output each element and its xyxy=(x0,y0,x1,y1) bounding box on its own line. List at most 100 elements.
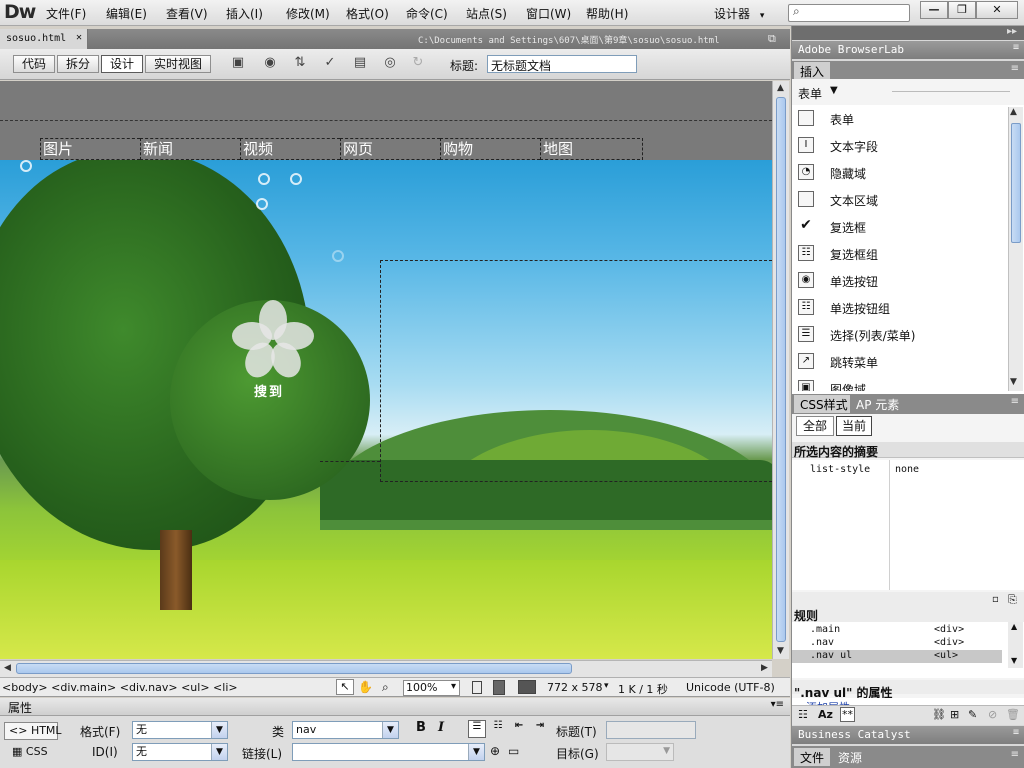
rules-scrollbar[interactable]: ▲ ▼ xyxy=(1008,622,1023,668)
rule-row[interactable]: .main <div> xyxy=(792,624,1002,637)
rule-row[interactable]: .nav <div> xyxy=(792,637,1002,650)
insert-category-bar[interactable]: 表单 ▼ xyxy=(792,79,1024,105)
category-view-icon[interactable]: ☷ xyxy=(798,708,808,721)
document-tab[interactable]: sosuo.html ✕ xyxy=(0,29,88,49)
scroll-right-icon[interactable]: ▶ xyxy=(757,661,772,676)
title-attr-input[interactable] xyxy=(606,721,696,739)
nav-item-video[interactable]: 视频 xyxy=(240,138,340,160)
new-rule-icon[interactable]: ⊞ xyxy=(950,708,959,721)
insert-item-hidden-field[interactable]: ◔ 隐藏域 xyxy=(798,161,1008,188)
id-select[interactable]: 无 ▼ xyxy=(132,743,228,761)
css-mode-all[interactable]: 全部 xyxy=(796,416,834,436)
scroll-up-icon[interactable]: ▲ xyxy=(773,81,788,96)
summary-value[interactable]: none xyxy=(895,464,919,475)
menu-file[interactable]: 文件(F) xyxy=(46,5,86,22)
menu-modify[interactable]: 修改(M) xyxy=(286,5,330,22)
tab-files[interactable]: 文件 xyxy=(794,748,831,766)
tab-css-styles[interactable]: CSS样式 xyxy=(794,395,854,413)
restore-doc-icon[interactable]: ⧉ xyxy=(768,32,776,46)
code-view-button[interactable]: 代码 xyxy=(13,55,55,73)
rule-info-icon[interactable]: ▫ xyxy=(992,594,999,605)
minimize-button[interactable]: — xyxy=(920,1,948,19)
zoom-select[interactable]: 100% xyxy=(403,680,460,696)
unordered-list-icon[interactable]: ☰ xyxy=(468,720,486,738)
link-input[interactable]: ▼ xyxy=(292,743,485,761)
panel-menu-icon[interactable]: ≡ xyxy=(1011,749,1019,760)
format-select[interactable]: 无 ▼ xyxy=(132,721,228,739)
point-to-file-icon[interactable]: ⊕ xyxy=(490,744,500,758)
menu-commands[interactable]: 命令(C) xyxy=(406,5,448,22)
scroll-left-icon[interactable]: ◀ xyxy=(0,661,15,676)
insert-item-image-field[interactable]: ▣ 图像域 xyxy=(798,377,1008,391)
pointer-tool-icon[interactable]: ↖ xyxy=(336,679,354,695)
nav-item-images[interactable]: 图片 xyxy=(40,138,140,160)
browserlab-panel-header[interactable]: Adobe BrowserLab ≡ xyxy=(792,41,1024,59)
tab-ap-elements[interactable]: AP 元素 xyxy=(850,395,906,413)
insert-category-select[interactable]: 表单 xyxy=(798,85,822,102)
insert-item-select[interactable]: ☰ 选择(列表/菜单) xyxy=(798,323,1008,350)
phone-size-icon[interactable] xyxy=(472,681,482,694)
design-canvas[interactable]: 搜到 图片 新闻 视频 网页 购物 地图 xyxy=(0,81,772,659)
tab-insert[interactable]: 插入 xyxy=(794,62,831,80)
inspect-icon[interactable]: ◎ xyxy=(378,55,402,73)
help-search-input[interactable]: ⌕ xyxy=(788,4,910,22)
hand-tool-icon[interactable]: ✋ xyxy=(358,680,373,694)
css-mode-current[interactable]: 当前 xyxy=(836,416,872,436)
nav-item-news[interactable]: 新闻 xyxy=(140,138,240,160)
file-management-icon[interactable]: ⇅ xyxy=(288,55,312,73)
summary-prop[interactable]: list-style xyxy=(810,464,870,475)
business-catalyst-panel-header[interactable]: Business Catalyst ≡ xyxy=(792,726,1024,744)
chevron-down-icon[interactable]: ▾ xyxy=(604,681,609,691)
insert-item-form[interactable]: 表单 xyxy=(798,107,1008,134)
target-select[interactable]: ▼ xyxy=(606,743,674,761)
design-view-button[interactable]: 设计 xyxy=(101,55,143,73)
scroll-up-icon[interactable]: ▲ xyxy=(1010,107,1017,117)
set-properties-icon[interactable]: ** xyxy=(840,707,855,722)
show-cascade-icon[interactable]: ⎘ xyxy=(1008,593,1017,607)
panel-menu-icon[interactable]: ▾≡ xyxy=(771,699,784,710)
panel-menu-icon[interactable]: ≡ xyxy=(1011,396,1019,407)
vertical-scroll-thumb[interactable] xyxy=(776,97,786,642)
panel-menu-icon[interactable]: ≡ xyxy=(1013,727,1019,738)
live-view-button[interactable]: 实时视图 xyxy=(145,55,211,73)
menu-help[interactable]: 帮助(H) xyxy=(586,5,628,22)
trash-icon[interactable]: 🗑 xyxy=(1006,708,1020,721)
nav-item-maps[interactable]: 地图 xyxy=(540,138,640,160)
menu-view[interactable]: 查看(V) xyxy=(166,5,208,22)
menu-insert[interactable]: 插入(I) xyxy=(226,5,263,22)
window-dimensions[interactable]: 772 x 578 xyxy=(547,681,603,694)
workspace-switcher[interactable]: 设计器 ▾ xyxy=(714,5,764,22)
collapse-icon[interactable]: ▸▸ xyxy=(1007,26,1017,37)
horizontal-scroll-thumb[interactable] xyxy=(16,663,572,674)
css-mode-button[interactable]: ▦ CSS xyxy=(12,745,48,758)
outdent-icon[interactable]: ⇤ xyxy=(510,720,528,738)
italic-button[interactable]: I xyxy=(432,720,450,738)
desktop-size-icon[interactable] xyxy=(518,680,536,694)
insert-item-jump-menu[interactable]: ↗ 跳转菜单 xyxy=(798,350,1008,377)
bold-button[interactable]: B xyxy=(412,720,430,738)
nav-item-web[interactable]: 网页 xyxy=(340,138,440,160)
browser-compat-icon[interactable]: ✓ xyxy=(318,55,342,73)
close-button[interactable]: ✕ xyxy=(976,1,1018,19)
scroll-up-icon[interactable]: ▲ xyxy=(1011,622,1017,631)
split-view-button[interactable]: 拆分 xyxy=(57,55,99,73)
folder-icon[interactable]: ▭ xyxy=(508,744,519,758)
insert-scrollbar[interactable]: ▲ ▼ xyxy=(1008,107,1023,391)
panel-menu-icon[interactable]: ≡ xyxy=(1013,42,1019,53)
refresh-icon[interactable]: ↻ xyxy=(406,55,430,73)
preview-browser-icon[interactable]: ◉ xyxy=(258,55,282,73)
scroll-down-icon[interactable]: ▼ xyxy=(1011,656,1017,665)
insert-item-radio[interactable]: ◉ 单选按钮 xyxy=(798,269,1008,296)
insert-item-checkbox[interactable]: ✔ 复选框 xyxy=(798,215,1008,242)
restore-button[interactable]: ❐ xyxy=(948,1,976,19)
zoom-tool-icon[interactable]: ⌕ xyxy=(382,680,389,695)
tablet-size-icon[interactable] xyxy=(493,680,505,695)
insert-item-radio-group[interactable]: ☷ 单选按钮组 xyxy=(798,296,1008,323)
alpha-view-icon[interactable]: Az xyxy=(818,708,833,721)
insert-item-text-field[interactable]: I 文本字段 xyxy=(798,134,1008,161)
scroll-down-icon[interactable]: ▼ xyxy=(773,644,788,659)
nav-item-shopping[interactable]: 购物 xyxy=(440,138,540,160)
panel-menu-icon[interactable]: ≡ xyxy=(1011,63,1019,74)
menu-format[interactable]: 格式(O) xyxy=(346,5,389,22)
ordered-list-icon[interactable]: ☷ xyxy=(489,720,507,738)
